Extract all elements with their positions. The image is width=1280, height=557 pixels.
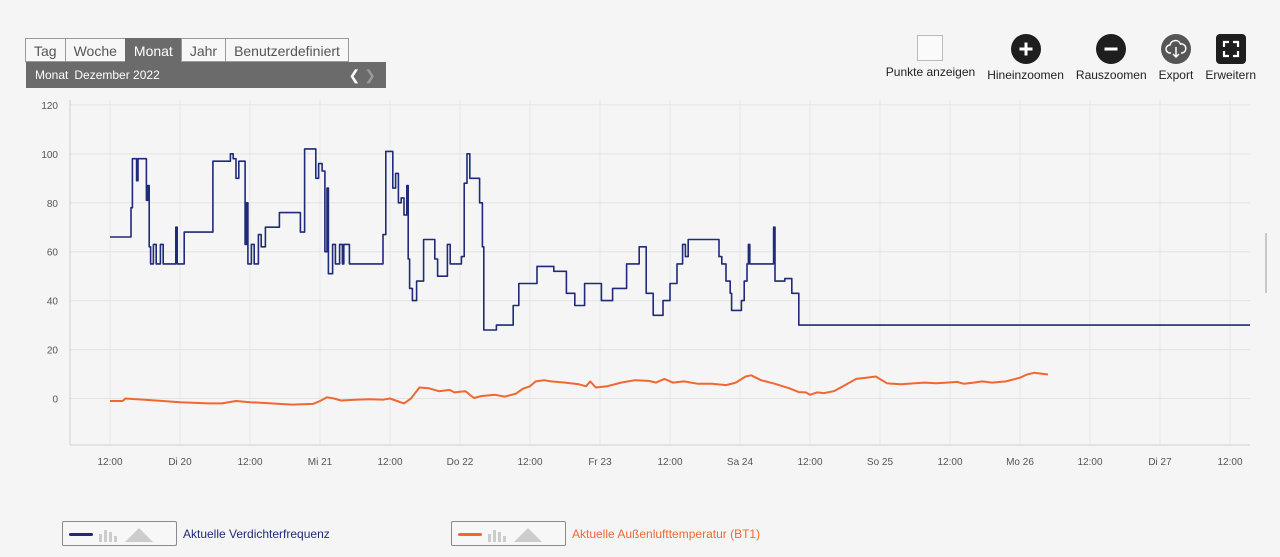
- y-tick-label: 80: [47, 199, 59, 210]
- cloud-download-icon: [1160, 34, 1191, 64]
- period-navigator: Monat Dezember 2022 ❮ ❯: [26, 62, 386, 88]
- legend-style-icons: [488, 528, 542, 542]
- x-tick-label: 12:00: [377, 457, 402, 468]
- x-tick-label: Mo 26: [1006, 457, 1034, 468]
- x-tick-label: 12:00: [797, 457, 822, 468]
- legend-toggle-outdoor-temp[interactable]: [451, 521, 566, 546]
- period-tabs: Tag Woche Monat Jahr Benutzerdefiniert: [25, 38, 349, 62]
- y-tick-label: 120: [41, 101, 58, 112]
- y-tick-label: 20: [47, 346, 59, 357]
- x-tick-label: So 25: [867, 457, 894, 468]
- x-tick-label: 12:00: [237, 457, 262, 468]
- line-chart: 120100806040200 12:00 Di 20 12:00 Mi 21 12:0…: [41, 100, 1267, 468]
- legend-label-outdoor-temp: Aktuelle Außenlufttemperatur (BT1): [572, 526, 761, 541]
- zoom-in-button[interactable]: Hineinzoomen: [987, 34, 1064, 82]
- chart-grid: [69, 100, 1250, 446]
- y-tick-label: 60: [47, 248, 59, 259]
- x-tick-label: 12:00: [1077, 457, 1102, 468]
- x-tick-label: 12:00: [1217, 457, 1242, 468]
- zoom-out-label: Rauszoomen: [1075, 68, 1147, 82]
- y-tick-label: 100: [41, 150, 58, 161]
- legend-style-icons: [99, 528, 153, 542]
- chart-scroll-handle[interactable]: [1265, 233, 1267, 293]
- period-type-label: Monat: [35, 68, 69, 82]
- series-line-1: [110, 371, 1049, 406]
- chart-toolbar: Punkte anzeigen Hineinzoomen Rauszoomen …: [874, 34, 1256, 82]
- expand-button[interactable]: Erweitern: [1205, 34, 1256, 82]
- tab-tag[interactable]: Tag: [25, 38, 66, 62]
- export-label: Export: [1158, 68, 1194, 82]
- show-points-checkbox[interactable]: [917, 35, 944, 61]
- series-line-0: [110, 148, 1250, 331]
- zoom-in-label: Hineinzoomen: [987, 68, 1064, 82]
- x-tick-label: Fr 23: [588, 457, 612, 468]
- y-tick-label: 40: [47, 297, 59, 308]
- show-points-label: Punkte anzeigen: [885, 65, 976, 79]
- show-points-toggle[interactable]: Punkte anzeigen: [886, 34, 975, 79]
- fullscreen-icon: [1215, 34, 1246, 64]
- minus-icon: [1096, 34, 1127, 64]
- x-tick-label: 12:00: [517, 457, 542, 468]
- tab-monat[interactable]: Monat: [124, 38, 182, 62]
- x-tick-label: Di 27: [1148, 457, 1172, 468]
- chart-series: [110, 148, 1250, 406]
- tab-jahr[interactable]: Jahr: [180, 38, 227, 62]
- legend-item-compressor[interactable]: Aktuelle Verdichterfrequenz: [62, 521, 330, 546]
- x-tick-label: Mi 21: [308, 457, 333, 468]
- x-tick-label: 12:00: [657, 457, 682, 468]
- x-tick-label: Do 22: [447, 457, 474, 468]
- legend-label-compressor: Aktuelle Verdichterfrequenz: [183, 526, 330, 541]
- legend-item-outdoor-temp[interactable]: Aktuelle Außenlufttemperatur (BT1): [451, 521, 760, 546]
- x-axis-ticks: 12:00 Di 20 12:00 Mi 21 12:00 Do 22 12:00 Fr 23…: [97, 457, 1242, 468]
- zoom-out-button[interactable]: Rauszoomen: [1076, 34, 1147, 82]
- y-axis-ticks: 120 100 80 60 40 20 0: [41, 101, 58, 406]
- x-tick-label: Sa 24: [727, 457, 754, 468]
- legend-toggle-compressor[interactable]: [62, 521, 177, 546]
- expand-label: Erweitern: [1205, 68, 1256, 82]
- tab-woche[interactable]: Woche: [64, 38, 126, 62]
- plus-icon: [1010, 34, 1041, 64]
- period-value: Dezember 2022: [74, 68, 160, 82]
- export-button[interactable]: Export: [1158, 34, 1194, 82]
- y-tick-label: 0: [52, 395, 58, 406]
- x-tick-label: 12:00: [97, 457, 122, 468]
- next-period-icon[interactable]: ❯: [364, 67, 376, 83]
- x-tick-label: Di 20: [168, 457, 192, 468]
- previous-period-icon[interactable]: ❮: [349, 67, 361, 83]
- tab-benutzerdefiniert[interactable]: Benutzerdefiniert: [225, 38, 349, 62]
- x-tick-label: 12:00: [937, 457, 962, 468]
